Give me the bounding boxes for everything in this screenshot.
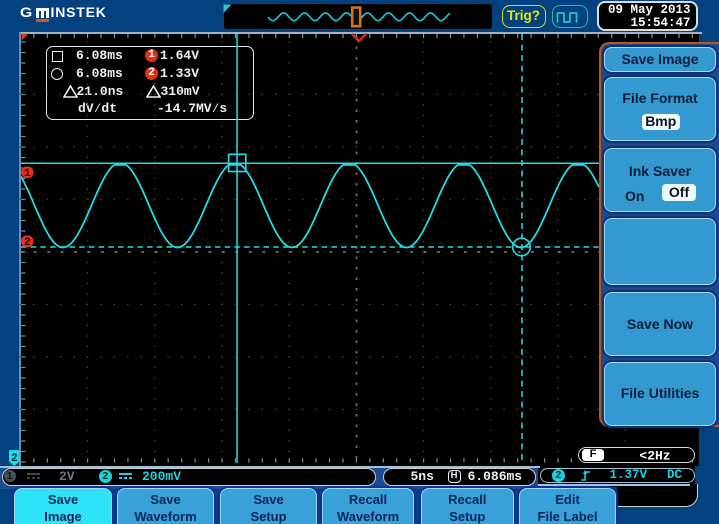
svg-text:2: 2 [11, 453, 18, 465]
svg-text:<2Hz: <2Hz [639, 448, 670, 463]
